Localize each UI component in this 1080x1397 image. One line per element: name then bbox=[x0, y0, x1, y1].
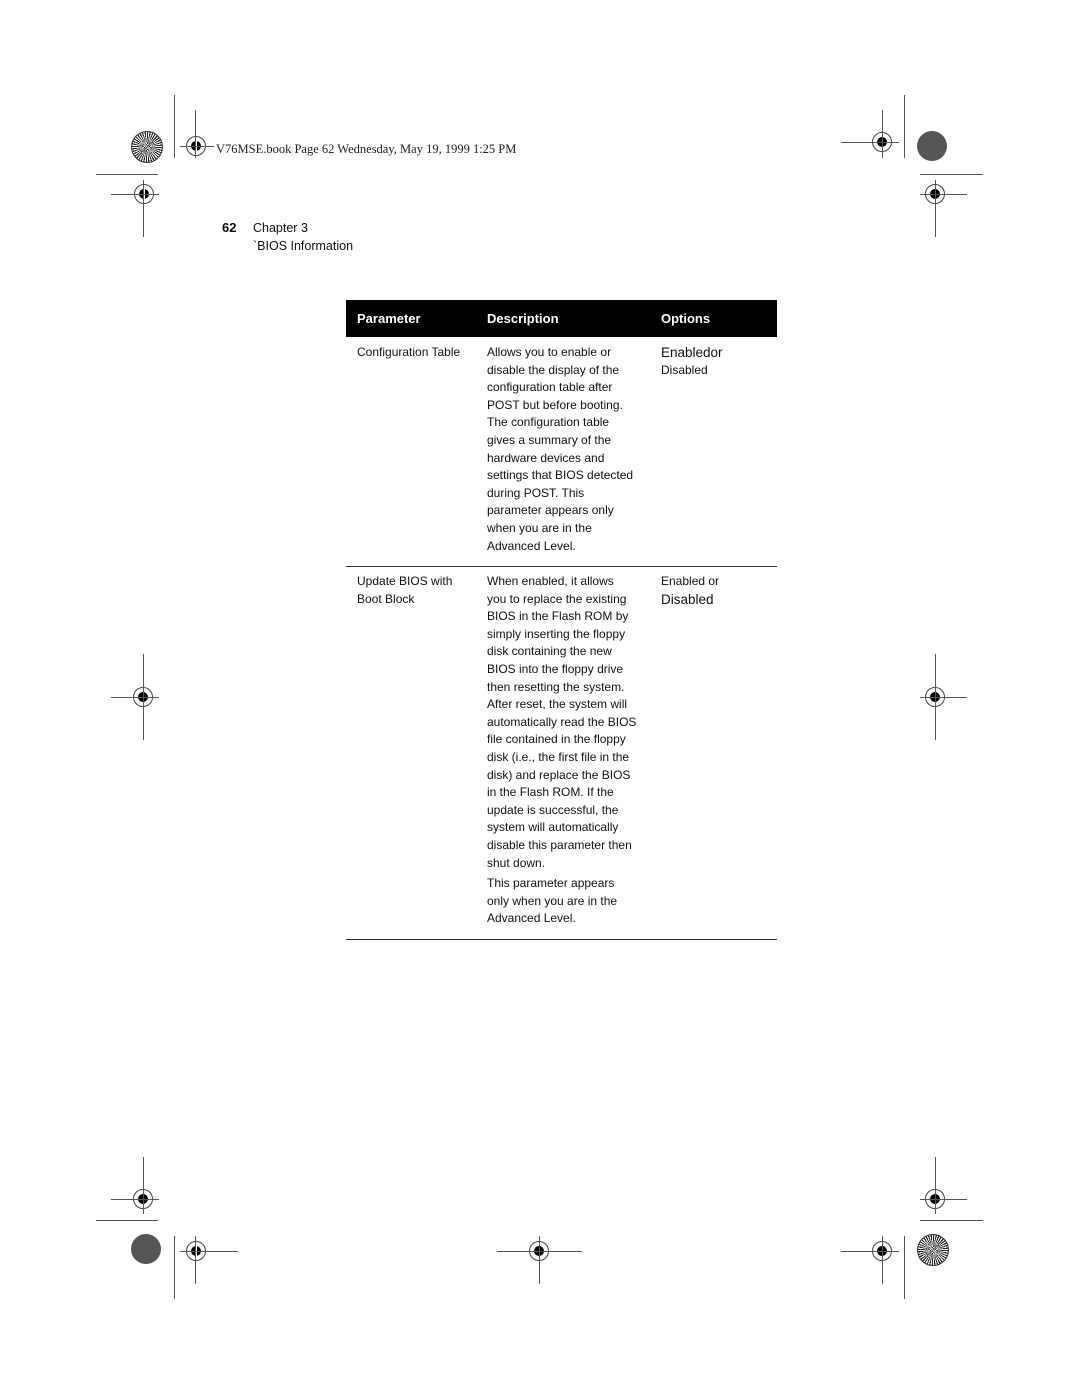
crop-mark bbox=[841, 1251, 899, 1252]
column-header-parameter: Parameter bbox=[357, 311, 421, 326]
chapter-heading: Chapter 3 `BIOS Information bbox=[253, 220, 353, 255]
crop-mark bbox=[143, 1157, 144, 1214]
bios-parameter-table: Parameter Description Options Configurat… bbox=[346, 300, 777, 940]
crop-mark bbox=[143, 654, 144, 740]
column-header-options: Options bbox=[661, 311, 711, 326]
crop-mark bbox=[143, 180, 144, 237]
crop-mark bbox=[904, 1236, 905, 1299]
parameter-line: Update BIOS with bbox=[357, 574, 453, 588]
crop-mark bbox=[195, 110, 196, 158]
description-line: disk (i.e., the first file in the bbox=[487, 749, 630, 764]
page-number: 62 bbox=[222, 220, 237, 235]
description-line: The configuration table bbox=[487, 415, 610, 430]
parameter-cell: Configuration Table bbox=[357, 344, 482, 362]
table-header: Parameter Description Options bbox=[346, 300, 777, 337]
section-title: `BIOS Information bbox=[253, 238, 354, 253]
crop-mark bbox=[920, 1199, 967, 1200]
crop-mark bbox=[882, 1236, 883, 1284]
description-line: After reset, the system will bbox=[487, 697, 628, 712]
parameter-cell: Update BIOS with Boot Block bbox=[357, 573, 482, 608]
parameter-line: Boot Block bbox=[357, 591, 415, 606]
row-divider bbox=[346, 566, 777, 567]
starburst-target-icon bbox=[917, 1234, 949, 1266]
gray-density-disc-icon bbox=[917, 131, 947, 161]
crop-mark bbox=[180, 1251, 238, 1252]
description-line: Advanced Level. bbox=[487, 538, 576, 553]
description-line: gives a summary of the bbox=[487, 432, 612, 447]
description-line: when you are in the bbox=[487, 520, 592, 535]
description-line: then resetting the system. bbox=[487, 679, 625, 694]
crop-mark bbox=[111, 697, 159, 698]
description-line: disk containing the new bbox=[487, 644, 612, 659]
crop-mark bbox=[935, 180, 936, 237]
description-line: POST but before booting. bbox=[487, 397, 623, 412]
crop-mark bbox=[935, 1157, 936, 1214]
description-line: in the Flash ROM. If the bbox=[487, 785, 614, 800]
description-line: during POST. This bbox=[487, 485, 585, 500]
description-line: BIOS in the Flash ROM by bbox=[487, 609, 629, 624]
gray-density-disc-icon bbox=[131, 1234, 161, 1264]
description-line: disable the display of the bbox=[487, 362, 620, 377]
crop-mark bbox=[539, 1236, 540, 1284]
starburst-target-icon bbox=[131, 131, 163, 163]
chapter-label: Chapter 3 bbox=[253, 221, 308, 235]
option-line: Enabledor bbox=[661, 345, 723, 360]
description-line: Allows you to enable or bbox=[487, 345, 612, 359]
description-note-line: This parameter appears bbox=[487, 876, 615, 891]
description-line: settings that BIOS detected bbox=[487, 468, 634, 483]
crop-mark bbox=[174, 1236, 175, 1299]
description-cell: When enabled, it allows you to replace t… bbox=[487, 573, 652, 928]
option-line: Disabled bbox=[661, 591, 714, 607]
crop-mark bbox=[96, 1220, 158, 1221]
crop-mark bbox=[180, 146, 214, 147]
crop-mark bbox=[920, 194, 967, 195]
crop-mark bbox=[920, 1220, 983, 1221]
description-line: BIOS into the floppy drive bbox=[487, 661, 624, 676]
crop-mark bbox=[882, 110, 883, 158]
print-header: V76MSE.book Page 62 Wednesday, May 19, 1… bbox=[216, 142, 517, 156]
crop-mark bbox=[111, 194, 159, 195]
description-line: parameter appears only bbox=[487, 503, 614, 518]
crop-mark bbox=[111, 1199, 159, 1200]
parameter-line: Configuration Table bbox=[357, 345, 461, 359]
crop-mark bbox=[935, 654, 936, 740]
crop-mark bbox=[195, 1236, 196, 1284]
crop-mark bbox=[174, 95, 175, 158]
options-cell: Enabledor Disabled bbox=[661, 344, 771, 379]
crop-mark bbox=[920, 174, 983, 175]
option-line: Disabled bbox=[661, 362, 708, 377]
description-line: hardware devices and bbox=[487, 450, 605, 465]
description-line: disk) and replace the BIOS bbox=[487, 767, 631, 782]
table-bottom-rule bbox=[346, 939, 777, 940]
description-line: When enabled, it allows bbox=[487, 574, 614, 588]
description-note-line: only when you are in the bbox=[487, 893, 618, 908]
description-line: you to replace the existing bbox=[487, 591, 627, 606]
description-line: automatically read the BIOS bbox=[487, 714, 637, 729]
description-line: simply inserting the floppy bbox=[487, 626, 626, 641]
description-line: system will automatically bbox=[487, 820, 619, 835]
description-line: file contained in the floppy bbox=[487, 732, 626, 747]
description-line: configuration table after bbox=[487, 380, 613, 395]
description-line: shut down. bbox=[487, 855, 546, 870]
option-line: Enabled or bbox=[661, 574, 720, 588]
column-header-description: Description bbox=[487, 311, 559, 326]
description-note-line: Advanced Level. bbox=[487, 911, 576, 926]
crop-mark bbox=[841, 142, 899, 143]
crop-mark bbox=[920, 697, 967, 698]
crop-mark bbox=[96, 174, 158, 175]
description-cell: Allows you to enable or disable the disp… bbox=[487, 344, 652, 555]
crop-mark bbox=[904, 95, 905, 158]
description-line: disable this parameter then bbox=[487, 837, 632, 852]
description-line: update is successful, the bbox=[487, 802, 619, 817]
options-cell: Enabled or Disabled bbox=[661, 573, 771, 608]
